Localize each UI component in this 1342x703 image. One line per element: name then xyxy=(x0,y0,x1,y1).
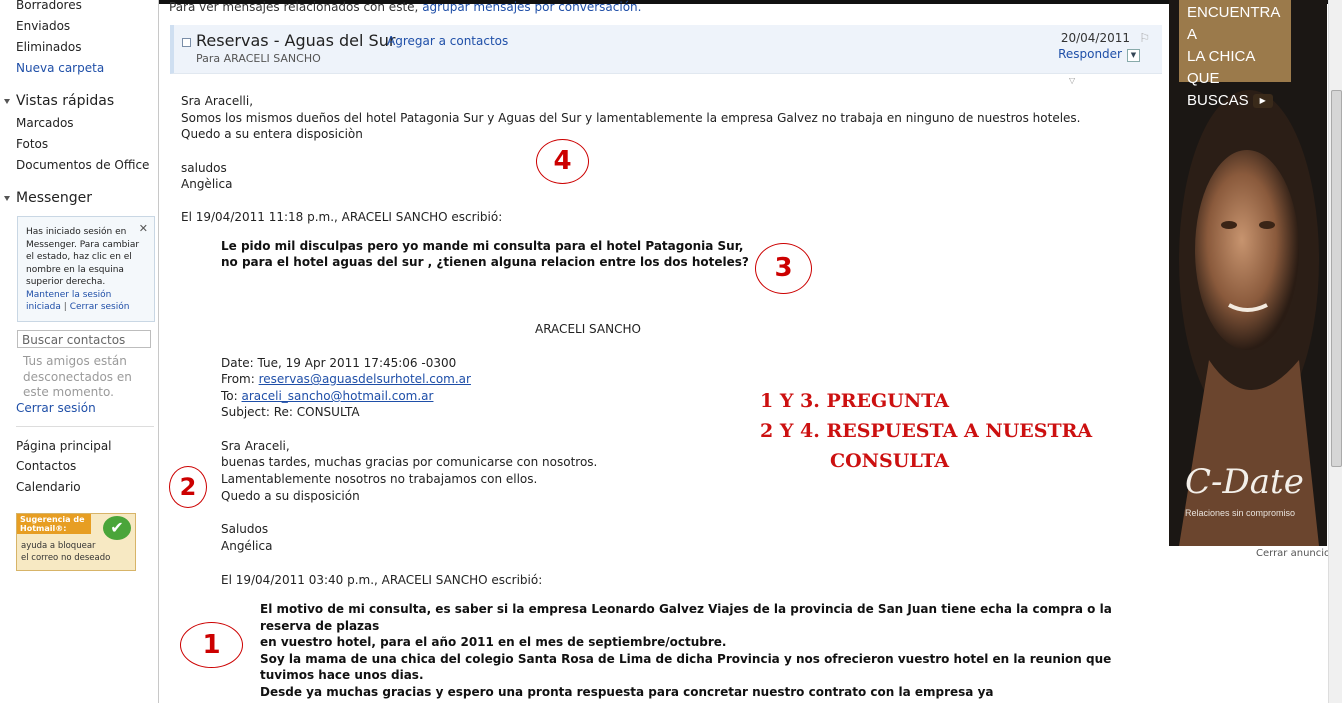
reply1-line: buenas tardes, muchas gracias por comuni… xyxy=(221,455,598,469)
quoted-from: From: reservas@aguasdelsurhotel.com.ar xyxy=(221,371,471,387)
annotation-circle-1: 1 xyxy=(180,622,243,668)
quote-header: El 19/04/2011 11:18 p.m., ARACELI SANCHO… xyxy=(181,210,503,224)
sender-name: ARACELI SANCHO xyxy=(535,322,641,336)
collapse-triangle-icon xyxy=(4,195,10,201)
close-ad-link[interactable]: Cerrar anuncio xyxy=(1256,548,1330,559)
quick-views-header[interactable]: Vistas rápidas xyxy=(4,93,114,109)
reply1-line: Quedo a su disposición xyxy=(221,489,360,503)
question1-line: en vuestro hotel, para el año 2011 en el… xyxy=(260,635,727,649)
tip-header: Sugerencia de Hotmail®: xyxy=(17,514,91,534)
question-line: Le pido mil disculpas pero yo mande mi c… xyxy=(221,239,744,253)
ad-headline-line: BUSCAS xyxy=(1187,92,1249,109)
scrollbar-thumb[interactable] xyxy=(1331,90,1342,467)
page-scrollbar[interactable] xyxy=(1328,0,1342,703)
tip-body-line: ayuda a bloquear xyxy=(21,541,96,551)
quoted-date: Date: Tue, 19 Apr 2011 17:45:06 -0300 xyxy=(221,356,457,370)
reply-signature: Angèlica xyxy=(181,177,233,191)
quick-views-label: Vistas rápidas xyxy=(16,93,115,109)
annotation-circle-3: 3 xyxy=(755,243,812,294)
ad-headline-line: ENCUENTRA A xyxy=(1187,4,1280,43)
reply-line: Somos los mismos dueños del hotel Patago… xyxy=(181,111,1081,125)
ad-headline: ENCUENTRA A LA CHICA QUE BUSCAS ▶ xyxy=(1187,2,1291,112)
messenger-notice-box: ✕ Has iniciado sesión en Messenger. Para… xyxy=(17,216,155,322)
group-by-conversation-link[interactable]: agrupar mensajes por conversación. xyxy=(422,0,641,14)
annotation-circle-4: 4 xyxy=(536,139,589,184)
tip-body: ayuda a bloquear el correo no deseado xyxy=(21,540,110,564)
new-folder-link[interactable]: Nueva carpeta xyxy=(16,61,104,75)
related-text: Para ver mensajes relacionados con este, xyxy=(169,0,419,14)
reply-closing: saludos xyxy=(181,161,227,175)
question1-line: reserva de plazas xyxy=(260,619,380,633)
nav-home[interactable]: Página principal xyxy=(16,439,112,453)
checkmark-icon: ✔ xyxy=(103,516,131,540)
divider xyxy=(16,426,154,427)
reply-options-dropdown-icon[interactable]: ▼ xyxy=(1127,49,1140,62)
message-select-icon[interactable] xyxy=(182,38,191,47)
from-email-link[interactable]: reservas@aguasdelsurhotel.com.ar xyxy=(259,372,471,386)
message-header: Reservas - Aguas del Sur Agregar a conta… xyxy=(170,25,1162,74)
quoted-subject: Subject: Re: CONSULTA xyxy=(221,405,360,419)
reply1-signature: Angélica xyxy=(221,539,273,553)
search-contacts-input[interactable]: Buscar contactos xyxy=(17,330,151,348)
question1-line: Desde ya muchas gracias y espero una pro… xyxy=(260,685,994,699)
quick-view-office-docs[interactable]: Documentos de Office xyxy=(16,158,149,172)
messenger-notice-text: Has iniciado sesión en Messenger. Para c… xyxy=(26,227,140,287)
annotation-circle-2: 2 xyxy=(169,466,207,508)
message-subject: Reservas - Aguas del Sur xyxy=(196,31,396,50)
reply1-greeting: Sra Araceli, xyxy=(221,439,290,453)
ad-headline-box: ENCUENTRA A LA CHICA QUE BUSCAS ▶ xyxy=(1179,0,1291,109)
related-messages-notice: Para ver mensajes relacionados con este,… xyxy=(169,0,641,14)
close-session-inline-link[interactable]: Cerrar sesión xyxy=(70,302,130,312)
annotation-legend-answer-cont: CONSULTA xyxy=(830,450,949,472)
ad-headline-line: LA CHICA QUE xyxy=(1187,48,1255,87)
folder-sent[interactable]: Enviados xyxy=(16,19,70,33)
quick-view-photos[interactable]: Fotos xyxy=(16,137,48,151)
ad-tagline: Relaciones sin compromiso xyxy=(1185,508,1296,518)
collapse-triangle-icon xyxy=(4,98,10,104)
expand-arrow-icon[interactable]: ▽ xyxy=(1069,76,1075,85)
left-sidebar: Borradores Enviados Eliminados Nueva car… xyxy=(0,0,159,703)
quote-header: El 19/04/2011 03:40 p.m., ARACELI SANCHO… xyxy=(221,573,543,587)
question1-line: El motivo de mi consulta, es saber si la… xyxy=(260,602,1112,616)
from-label: From: xyxy=(221,372,255,386)
reply-button[interactable]: Responder xyxy=(1058,47,1122,61)
reply1-line: Lamentablemente nosotros no trabajamos c… xyxy=(221,472,538,486)
to-label: To: xyxy=(221,389,238,403)
question-line: no para el hotel aguas del sur , ¿tienen… xyxy=(221,255,749,269)
folder-drafts[interactable]: Borradores xyxy=(16,0,82,12)
flag-icon[interactable]: ⚐ xyxy=(1139,31,1150,45)
to-email-link[interactable]: araceli_sancho@hotmail.com.ar xyxy=(242,389,434,403)
question1-line: tuvimos hace unos dias. xyxy=(260,668,424,682)
quick-view-flagged[interactable]: Marcados xyxy=(16,116,74,130)
messenger-header[interactable]: Messenger xyxy=(4,190,92,206)
sign-out-link[interactable]: Cerrar sesión xyxy=(16,401,96,415)
nav-calendar[interactable]: Calendario xyxy=(16,480,81,494)
offline-text: Tus amigos están desconectados en este m… xyxy=(23,354,132,399)
quoted-to: To: araceli_sancho@hotmail.com.ar xyxy=(221,388,433,404)
play-icon[interactable]: ▶ xyxy=(1252,94,1273,109)
hotmail-tip-banner[interactable]: Sugerencia de Hotmail®: ✔ ayuda a bloque… xyxy=(16,513,136,571)
message-pane: Para ver mensajes relacionados con este,… xyxy=(159,0,1162,703)
reply-line: Quedo a su entera disposiciòn xyxy=(181,127,363,141)
reply1-closing: Saludos xyxy=(221,522,269,536)
message-recipient: Para ARACELI SANCHO xyxy=(196,52,321,65)
question1-line: Soy la mama de una chica del colegio San… xyxy=(260,652,1112,666)
annotation-legend-answer: 2 Y 4. RESPUESTA A NUESTRA xyxy=(760,420,1093,442)
messenger-label: Messenger xyxy=(16,190,93,206)
folder-deleted[interactable]: Eliminados xyxy=(16,40,81,54)
nav-contacts[interactable]: Contactos xyxy=(16,459,76,473)
tip-body-line: el correo no deseado xyxy=(21,553,111,563)
annotation-legend-question: 1 Y 3. PREGUNTA xyxy=(760,390,950,412)
reply-greeting: Sra Aracelli, xyxy=(181,94,254,108)
ad-brand-logo: C-Date xyxy=(1185,462,1304,502)
advertisement[interactable]: ENCUENTRA A LA CHICA QUE BUSCAS ▶ C-Date … xyxy=(1169,0,1327,546)
message-date: 20/04/2011 xyxy=(1060,31,1130,45)
add-to-contacts-link[interactable]: Agregar a contactos xyxy=(387,34,508,48)
